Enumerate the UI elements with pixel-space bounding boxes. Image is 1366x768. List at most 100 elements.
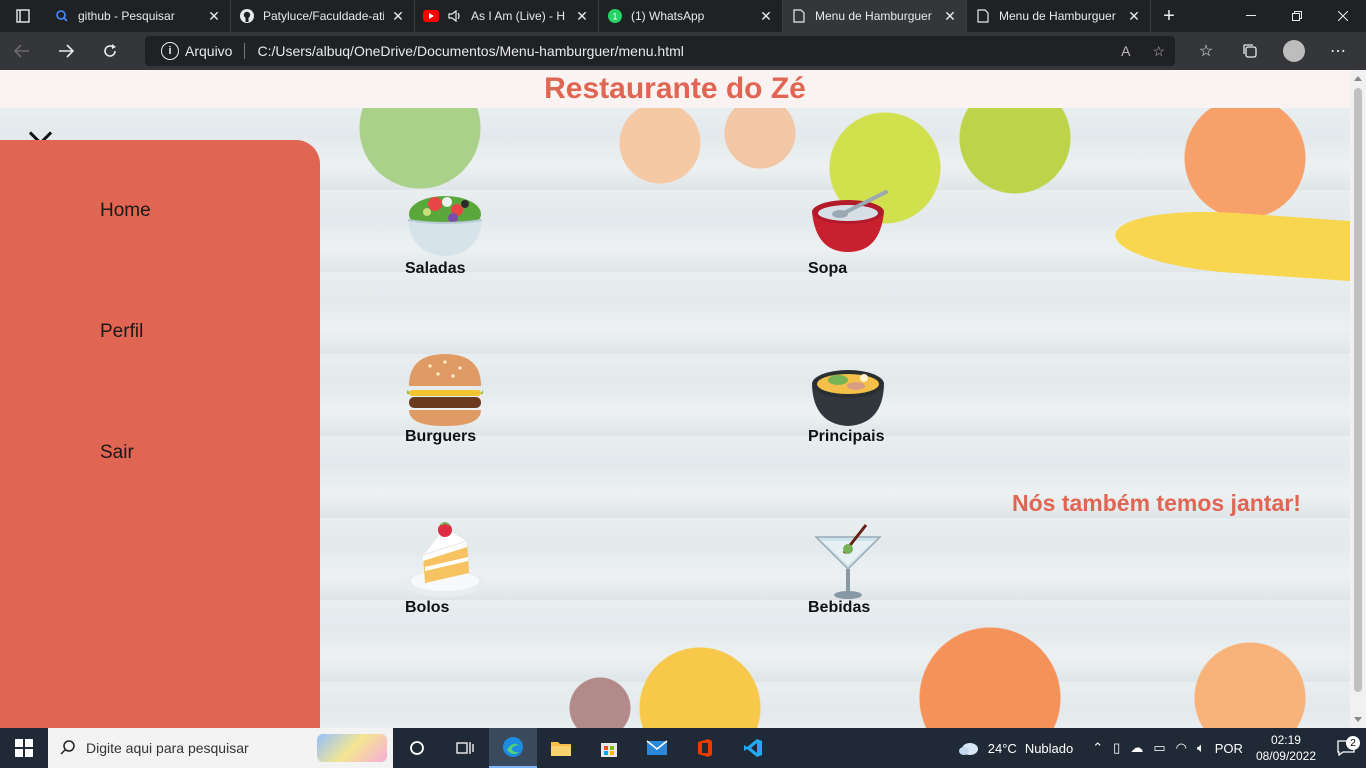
dinner-promo-text: Nós também temos jantar! xyxy=(1012,490,1301,516)
taskbar-store[interactable] xyxy=(585,728,633,768)
menu-item-bebidas[interactable]: Bebidas xyxy=(808,521,888,617)
read-aloud-icon[interactable]: A xyxy=(1121,43,1130,60)
menu-item-saladas[interactable]: Saladas xyxy=(405,182,485,278)
language-indicator[interactable]: POR xyxy=(1215,741,1243,756)
mail-icon xyxy=(646,740,668,755)
tab-close-button[interactable]: ✕ xyxy=(390,8,406,25)
arrow-right-icon xyxy=(59,44,74,58)
tab-github-repo[interactable]: Patyluce/Faculdade-ati ✕ xyxy=(231,0,415,32)
collections-button[interactable] xyxy=(1228,43,1272,59)
tab-title: As I Am (Live) - H xyxy=(471,9,566,23)
weather-condition: Nublado xyxy=(1024,740,1074,756)
whatsapp-icon: 1 xyxy=(607,8,623,24)
tab-close-button[interactable]: ✕ xyxy=(1126,8,1142,25)
task-view-button[interactable] xyxy=(393,728,441,768)
taskbar-office[interactable] xyxy=(681,728,729,768)
page-title: Restaurante do Zé xyxy=(544,72,806,105)
forward-button[interactable] xyxy=(44,32,88,70)
tab-close-button[interactable]: ✕ xyxy=(942,8,958,25)
reload-icon xyxy=(104,44,116,57)
onedrive-cloud-icon[interactable]: ☁ xyxy=(1130,740,1143,756)
tab-title: github - Pesquisar xyxy=(78,9,175,23)
tab-github-search[interactable]: github - Pesquisar ✕ xyxy=(46,0,231,32)
tab-youtube[interactable]: As I Am (Live) - H ✕ xyxy=(415,0,599,32)
sidebar-link-perfil[interactable]: Perfil xyxy=(100,321,143,343)
store-icon xyxy=(601,743,617,757)
chevron-up-icon[interactable]: ⌃ xyxy=(1092,740,1103,756)
search-placeholder: Digite aqui para pesquisar xyxy=(86,740,249,756)
speaker-icon[interactable] xyxy=(447,8,463,24)
search-icon xyxy=(60,739,76,758)
tab-close-button[interactable]: ✕ xyxy=(206,8,222,25)
wifi-icon[interactable]: ◠ xyxy=(1176,740,1187,756)
new-tab-button[interactable]: + xyxy=(1151,0,1187,32)
github-icon xyxy=(239,8,255,24)
clock[interactable]: 02:19 08/09/2022 xyxy=(1256,732,1316,764)
taskbar-search-box[interactable]: Digite aqui para pesquisar xyxy=(48,728,393,768)
menu-item-sopa[interactable]: Sopa xyxy=(808,182,888,278)
menu-item-label: Bolos xyxy=(405,599,450,616)
battery-icon[interactable]: ▭ xyxy=(1153,740,1165,756)
browser-tab-strip: github - Pesquisar ✕ Patyluce/Faculdade-… xyxy=(0,0,1366,32)
tab-whatsapp[interactable]: 1 (1) WhatsApp ✕ xyxy=(599,0,783,32)
sidebar-link-home[interactable]: Home xyxy=(100,200,151,222)
notification-badge: 2 xyxy=(1346,736,1360,750)
menu-item-label: Saladas xyxy=(405,260,466,277)
minimize-button[interactable] xyxy=(1228,0,1274,32)
tab-close-button[interactable]: ✕ xyxy=(574,8,590,25)
back-button[interactable] xyxy=(0,32,44,70)
edge-browser-icon xyxy=(503,737,523,757)
menu-item-bolos[interactable]: Bolos xyxy=(405,521,485,617)
browser-toolbar: i Arquivo C:/Users/albuq/OneDrive/Docume… xyxy=(0,32,1366,70)
tab-menu-hamburguer[interactable]: Menu de Hamburguer ✕ xyxy=(967,0,1151,32)
menu-item-principais[interactable]: Principais xyxy=(808,350,888,446)
soup-bowl-icon xyxy=(812,190,888,252)
address-bar[interactable]: i Arquivo C:/Users/albuq/OneDrive/Docume… xyxy=(145,36,1175,66)
volume-icon[interactable]: 🔈︎ xyxy=(1197,740,1205,756)
info-icon[interactable]: i xyxy=(161,42,179,60)
menu-item-burguers[interactable]: Burguers xyxy=(405,350,485,446)
profile-avatar[interactable] xyxy=(1283,40,1305,62)
settings-more-button[interactable]: ⋯ xyxy=(1316,41,1360,61)
search-icon xyxy=(54,8,70,24)
taskbar-edge[interactable] xyxy=(489,728,537,768)
weather-temp: 24°C xyxy=(987,740,1017,756)
arrow-left-icon xyxy=(14,44,29,58)
notification-center-button[interactable]: 2 xyxy=(1326,736,1366,756)
device-icon[interactable]: ▯ xyxy=(1113,740,1120,756)
sidebar-menu: Home Perfil Sair xyxy=(0,140,320,728)
page-icon xyxy=(975,8,991,24)
page-scrollbar[interactable] xyxy=(1350,70,1366,728)
add-favorite-icon[interactable]: ☆ xyxy=(1152,43,1165,60)
stew-pot-icon xyxy=(812,370,884,426)
cocktail-glass-icon xyxy=(814,524,882,599)
scrollbar-thumb[interactable] xyxy=(1354,88,1362,692)
address-url[interactable]: C:/Users/albuq/OneDrive/Documentos/Menu-… xyxy=(257,43,683,59)
favorites-button[interactable]: ☆ xyxy=(1184,41,1228,61)
scroll-up-arrow[interactable] xyxy=(1354,76,1362,81)
cake-slice-icon xyxy=(405,522,485,597)
search-highlight-image xyxy=(317,734,387,762)
reload-button[interactable] xyxy=(88,32,132,70)
taskbar-file-explorer[interactable] xyxy=(537,728,585,768)
weather-widget[interactable]: 24°C Nublado xyxy=(958,740,1073,756)
taskbar-vscode[interactable] xyxy=(729,728,777,768)
windows-taskbar: Digite aqui para pesquisar 24°C Nublado … xyxy=(0,728,1366,768)
restore-button[interactable] xyxy=(1274,0,1320,32)
collections-icon xyxy=(1243,44,1257,58)
task-view-icon-button[interactable] xyxy=(441,728,489,768)
tab-actions-button[interactable] xyxy=(0,0,46,32)
taskbar-mail[interactable] xyxy=(633,728,681,768)
close-window-button[interactable] xyxy=(1320,0,1366,32)
favorites-icon: ☆ xyxy=(1198,43,1214,60)
start-button[interactable] xyxy=(0,728,48,768)
page-icon xyxy=(791,8,807,24)
tab-actions-icon xyxy=(16,9,30,23)
salad-icon xyxy=(407,196,483,256)
hamburger-icon xyxy=(407,354,483,426)
scroll-down-arrow[interactable] xyxy=(1354,717,1362,722)
sidebar-link-sair[interactable]: Sair xyxy=(100,442,134,464)
window-controls xyxy=(1228,0,1366,32)
tab-close-button[interactable]: ✕ xyxy=(758,8,774,25)
tab-menu-hamburguer-active[interactable]: Menu de Hamburguer ✕ xyxy=(783,0,967,32)
